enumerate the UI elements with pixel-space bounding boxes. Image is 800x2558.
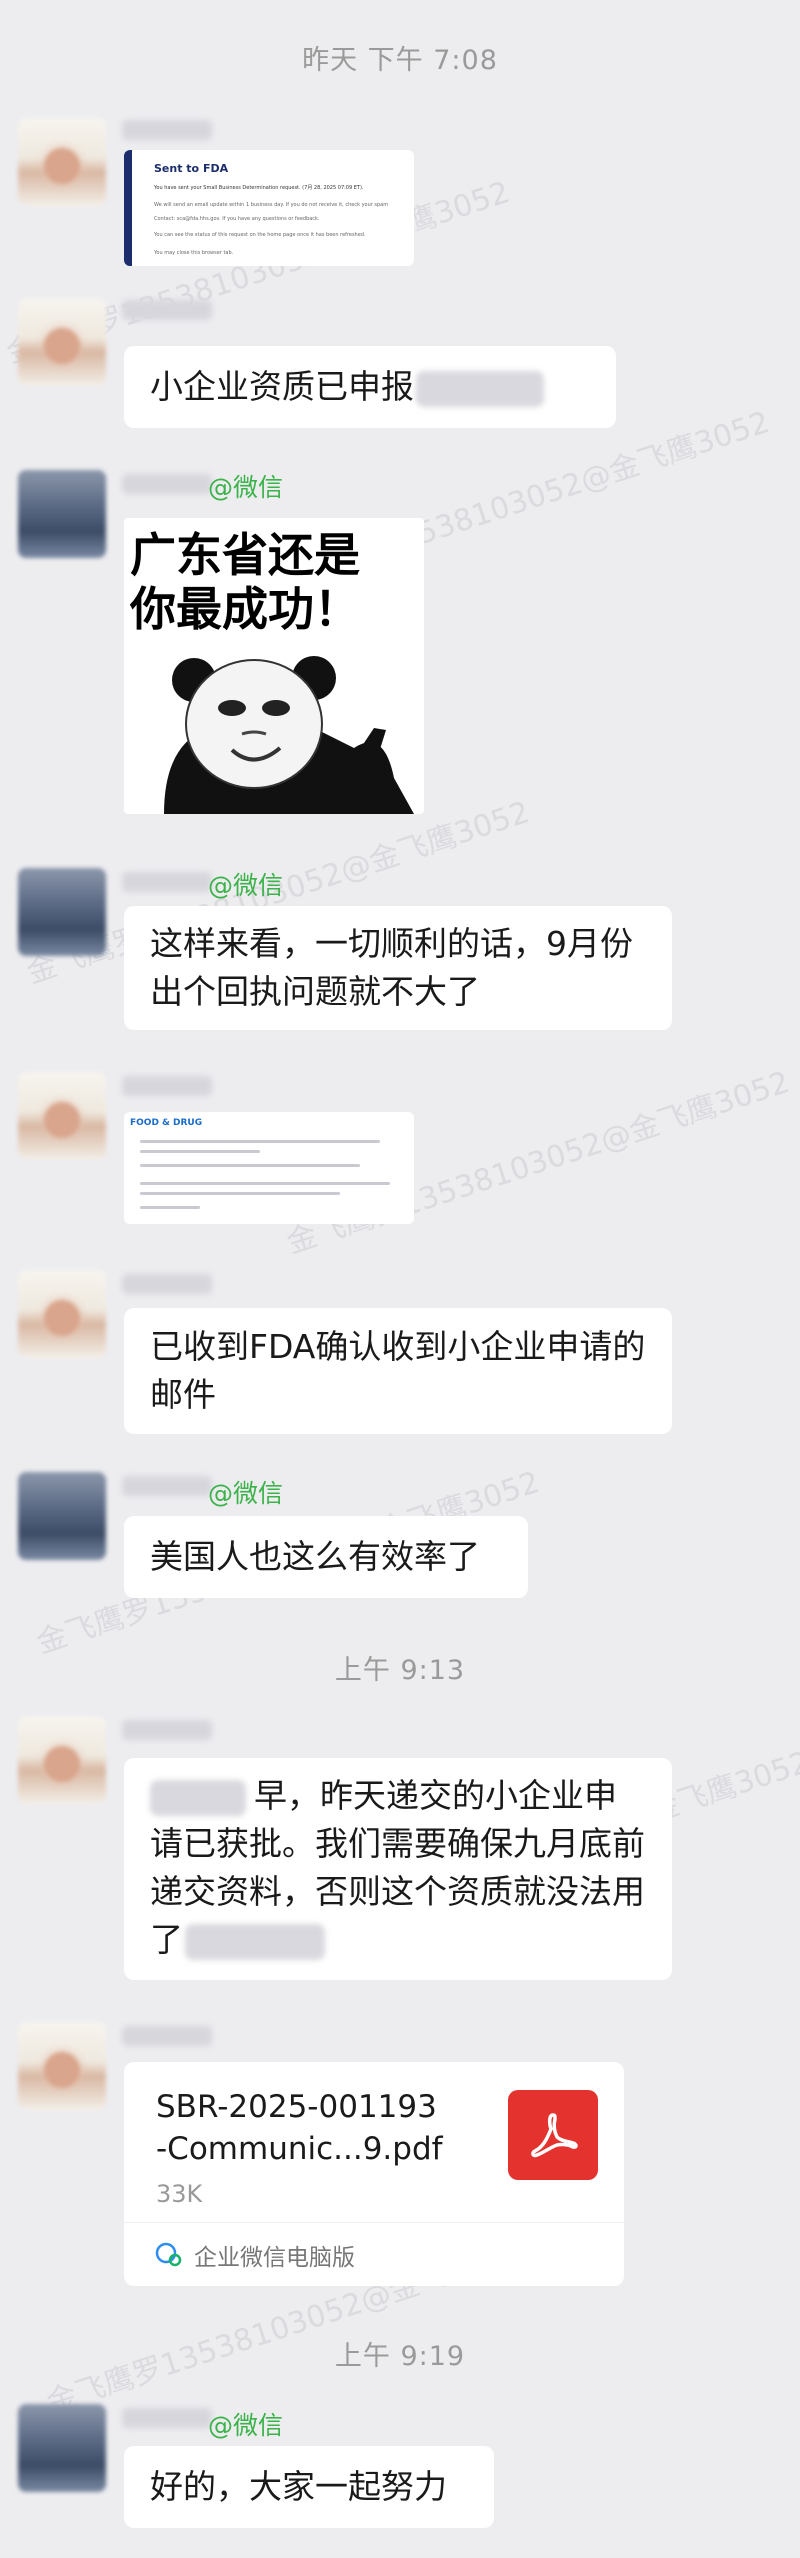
message-text: 好的，大家一起努力 xyxy=(150,2467,447,2506)
sender-name xyxy=(122,120,212,140)
pdf-icon xyxy=(508,2090,598,2180)
sender-name xyxy=(122,872,212,892)
avatar[interactable] xyxy=(18,2022,106,2110)
panda-face-icon xyxy=(164,656,414,814)
wechat-mention: @微信 xyxy=(208,473,284,502)
fda-card-line: You have sent your Small Business Determ… xyxy=(154,185,364,191)
message-text: 美国人也这么有效率了 xyxy=(150,1537,480,1576)
file-name-line: SBR-2025-001193 xyxy=(156,2089,437,2125)
fda-screenshot-image[interactable]: Sent to FDA You have sent your Small Bus… xyxy=(124,150,414,266)
meme-caption: 你最成功！ xyxy=(130,582,360,636)
fda-card-line: Contact: sca@fda.hhs.gov. If you have an… xyxy=(154,216,320,222)
panda-meme-image[interactable]: 广东省还是 你最成功！ xyxy=(124,518,424,814)
avatar[interactable] xyxy=(18,2404,106,2492)
message-bubble[interactable]: 好的，大家一起努力 xyxy=(124,2446,494,2528)
fda-card-line: You can see the status of this request o… xyxy=(154,232,366,238)
sender-name xyxy=(122,1476,212,1496)
message-bubble[interactable]: 美国人也这么有效率了 xyxy=(124,1516,528,1598)
fda-card-line: You may close this browser tab. xyxy=(154,250,234,256)
message-text: 已收到FDA确认收到小企业申请的邮件 xyxy=(150,1327,646,1414)
file-name: SBR-2025-001193 -Communic...9.pdf xyxy=(156,2086,443,2170)
sender-name xyxy=(122,2026,212,2046)
avatar[interactable] xyxy=(18,1472,106,1560)
file-attachment-card[interactable]: SBR-2025-001193 -Communic...9.pdf 33K 企业… xyxy=(124,2062,624,2286)
timestamp: 昨天 下午 7:08 xyxy=(302,45,498,76)
meme-caption: 广东省还是 xyxy=(130,528,360,582)
message-text: 这样来看，一切顺利的话，9月份出个回执问题就不大了 xyxy=(150,924,633,1011)
sender-name xyxy=(122,474,212,494)
sender-name xyxy=(122,1274,212,1294)
fda-email-image[interactable]: FOOD & DRUG xyxy=(124,1112,414,1224)
file-source-label: 企业微信电脑版 xyxy=(194,2245,355,2271)
redacted-text xyxy=(185,1923,325,1960)
file-source-footer: 企业微信电脑版 xyxy=(124,2222,624,2287)
sender-name xyxy=(122,1076,212,1096)
sender-name xyxy=(122,1720,212,1740)
file-name-line: -Communic...9.pdf xyxy=(156,2131,443,2167)
avatar[interactable] xyxy=(18,298,106,386)
wecom-icon xyxy=(154,2241,184,2269)
timestamp: 上午 9:13 xyxy=(334,1655,466,1686)
avatar[interactable] xyxy=(18,470,106,558)
fda-card-title: Sent to FDA xyxy=(154,162,229,175)
sender-name xyxy=(122,300,212,320)
message-bubble[interactable]: 小企业资质已申报 xyxy=(124,346,616,428)
fda-card-line: We will send an email update within 1 bu… xyxy=(154,202,389,208)
avatar[interactable] xyxy=(18,868,106,956)
redacted-mention xyxy=(150,1779,246,1816)
wechat-mention: @微信 xyxy=(208,1479,284,1508)
timestamp: 上午 9:19 xyxy=(334,2341,466,2372)
redacted-text xyxy=(416,370,544,407)
email-header: FOOD & DRUG xyxy=(130,1118,203,1128)
avatar[interactable] xyxy=(18,1072,106,1160)
sender-name xyxy=(122,2408,212,2428)
wechat-mention: @微信 xyxy=(208,2411,284,2440)
avatar[interactable] xyxy=(18,118,106,206)
message-bubble[interactable]: 已收到FDA确认收到小企业申请的邮件 xyxy=(124,1308,672,1434)
message-bubble[interactable]: 早，昨天递交的小企业申请已获批。我们需要确保九月底前递交资料，否则这个资质就没法… xyxy=(124,1758,672,1980)
avatar[interactable] xyxy=(18,1716,106,1804)
wechat-mention: @微信 xyxy=(208,871,284,900)
file-size: 33K xyxy=(156,2180,203,2208)
message-bubble[interactable]: 这样来看，一切顺利的话，9月份出个回执问题就不大了 xyxy=(124,906,672,1030)
message-text: 小企业资质已申报 xyxy=(150,367,414,406)
avatar[interactable] xyxy=(18,1270,106,1358)
